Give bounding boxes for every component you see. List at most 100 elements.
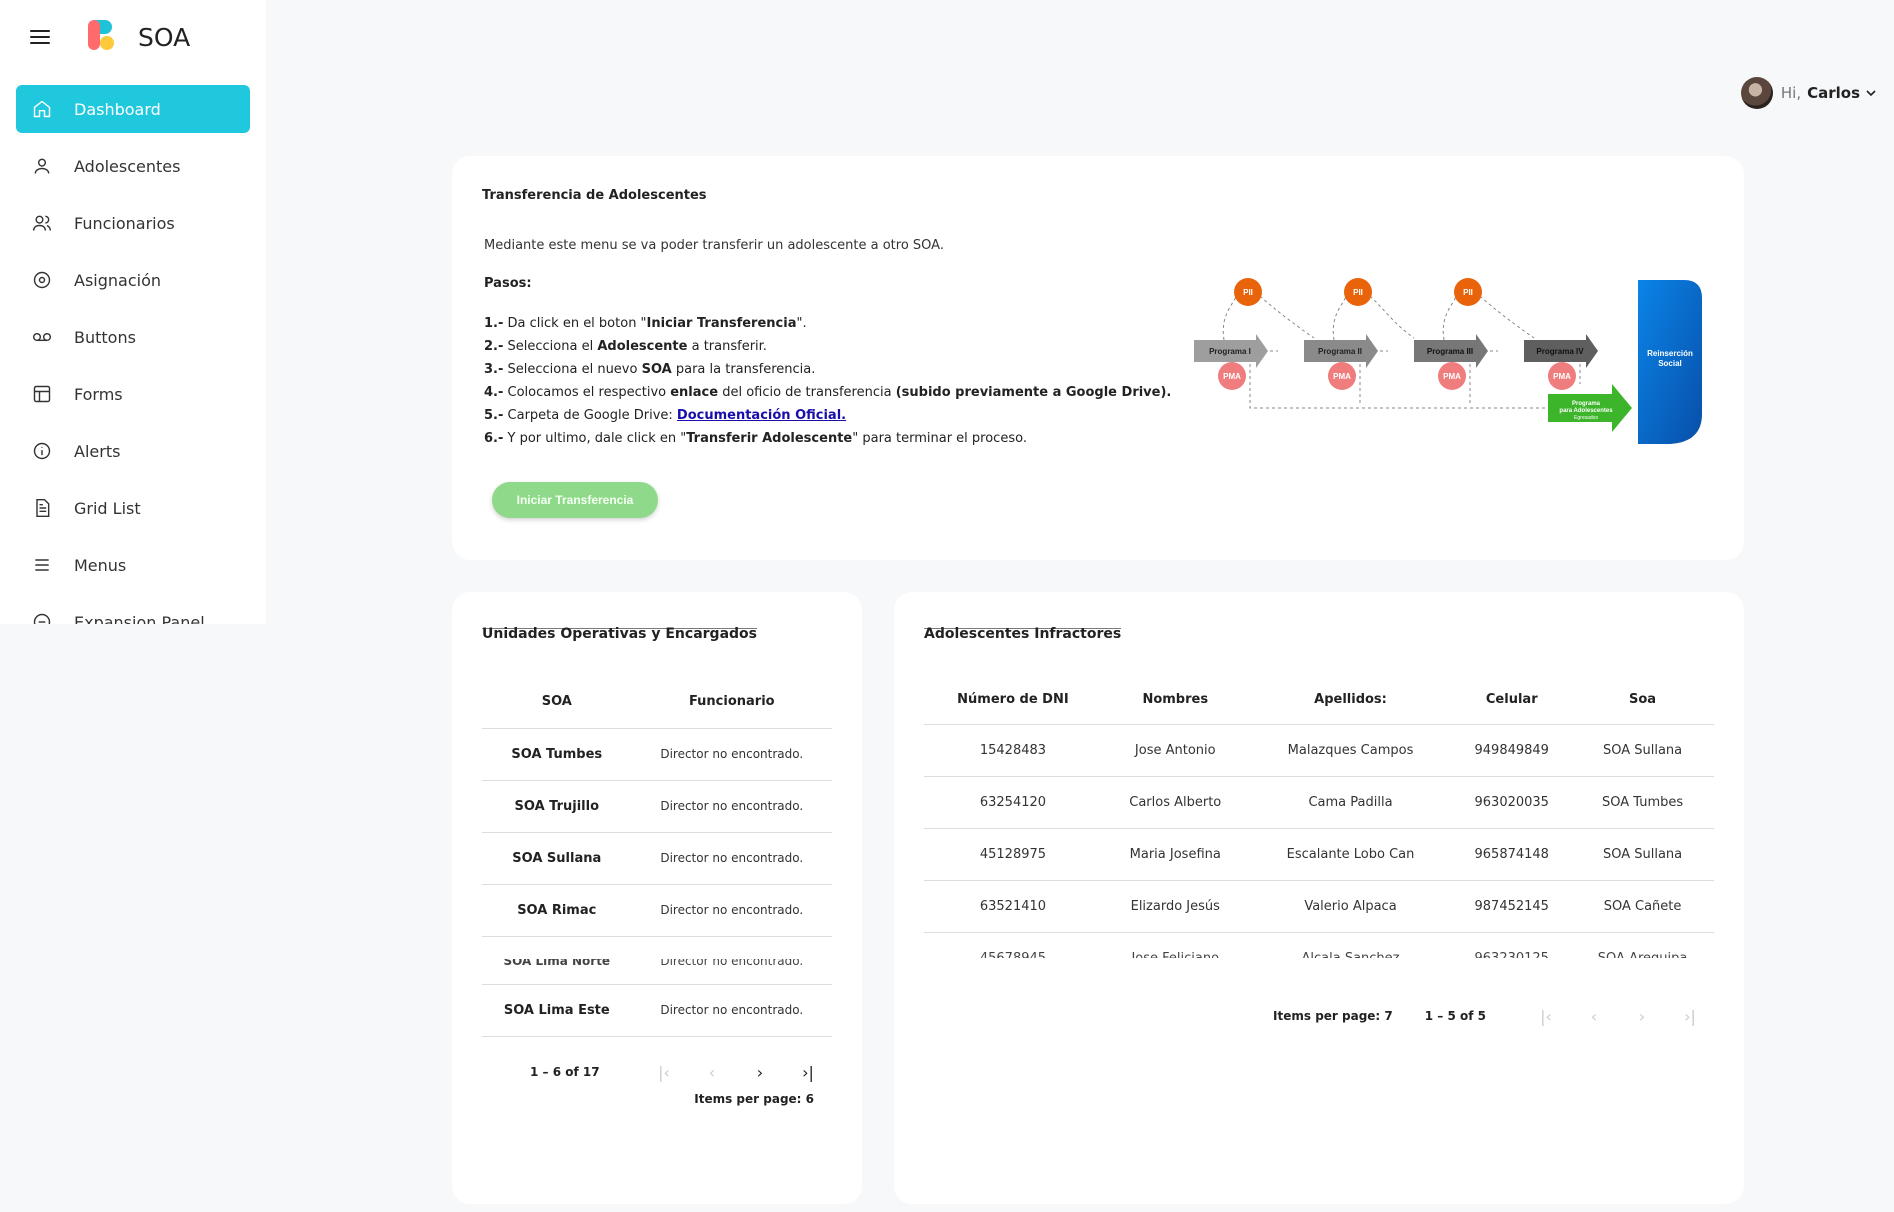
avatar xyxy=(1740,77,1773,109)
last-page-icon[interactable]: ›| xyxy=(784,1052,832,1092)
previous-page-icon[interactable]: ‹ xyxy=(688,1052,736,1092)
table-row[interactable]: 45128975 Maria Josefina Escalante Lobo Can… xyxy=(924,828,1714,881)
step-bold: Adolescente xyxy=(597,339,688,354)
step-text: ". xyxy=(796,316,807,331)
table-row[interactable]: 63521410 Elizardo Jesús Valerio Alpaca 9874… xyxy=(924,880,1714,933)
step-text: a transferir. xyxy=(687,339,767,354)
table-row[interactable]: SOA Lima Este Director no encontrado. xyxy=(482,984,832,1037)
program-arrows: Programa I Programa II Programa III Prog… xyxy=(1194,334,1598,368)
phone-cell: 965874148 xyxy=(1452,828,1572,881)
step-text: Da click en el boton " xyxy=(507,316,647,331)
phone-cell: 987452145 xyxy=(1452,880,1572,933)
dni-cell: 45678945 xyxy=(924,932,1102,958)
dni-cell: 45128975 xyxy=(924,828,1102,881)
program-label-4: Programa IV xyxy=(1536,347,1584,356)
sidebar-item-label: Menus xyxy=(74,555,127,575)
people-icon xyxy=(32,213,52,233)
items-per-page[interactable]: Items per page: 6 xyxy=(694,1092,814,1106)
phone-cell-text: 963230125 xyxy=(1452,952,1571,958)
program-label-1: Programa I xyxy=(1209,347,1251,356)
sidebar-item-expansion-panel[interactable]: Expansion Panel xyxy=(16,598,250,624)
sidebar-item-buttons[interactable]: Buttons xyxy=(16,313,250,361)
step-item: 4.- Colocamos el respectivo enlace del o… xyxy=(484,381,1171,404)
table-row[interactable]: 63254120 Carlos Alberto Cama Padilla 963020… xyxy=(924,776,1714,829)
next-page-icon[interactable]: › xyxy=(1618,996,1666,1036)
home-icon xyxy=(32,99,52,119)
column-header[interactable]: Apellidos: xyxy=(1248,676,1453,725)
table-row[interactable]: SOA Trujillo Director no encontrado. xyxy=(482,780,832,833)
next-page-icon[interactable]: › xyxy=(736,1052,784,1092)
step-text: Selecciona el xyxy=(507,339,598,354)
official-cell: Director no encontrado. xyxy=(631,936,832,985)
items-per-page[interactable]: Items per page: 7 xyxy=(1273,1009,1393,1023)
table-row[interactable]: SOA Rimac Director no encontrado. xyxy=(482,884,832,937)
units-card: Unidades Operativas y Encargados SOA Fun… xyxy=(452,592,862,1204)
user-name: Carlos xyxy=(1807,84,1860,102)
column-header[interactable]: Nombres xyxy=(1101,676,1249,725)
pma-label-3: PMA xyxy=(1443,372,1461,381)
table-row[interactable]: 15428483 Jose Antonio Malazques Campos 9498… xyxy=(924,724,1714,777)
soa-cell: SOA Cañete xyxy=(1571,880,1714,933)
steps-list: 1.- Da click en el boton "Iniciar Transf… xyxy=(484,312,1171,450)
step-item: 6.- Y por ultimo, dale click en "Transfe… xyxy=(484,427,1171,450)
previous-page-icon[interactable]: ‹ xyxy=(1570,996,1618,1036)
surnames-cell: Cama Padilla xyxy=(1248,776,1453,829)
names-cell: Elizardo Jesús xyxy=(1101,880,1249,933)
table-row[interactable]: 45678945Jose FelicianoAlcala Sanchez9632… xyxy=(924,932,1714,958)
column-header[interactable]: Número de DNI xyxy=(924,676,1102,725)
transfer-intro: Mediante este menu se va poder transferi… xyxy=(484,238,944,253)
pma-label-2: PMA xyxy=(1333,372,1351,381)
step-text: " para terminar el proceso. xyxy=(852,431,1027,446)
column-header[interactable]: Funcionario xyxy=(631,676,832,729)
start-transfer-button[interactable]: Iniciar Transferencia xyxy=(492,482,658,518)
dni-cell: 63254120 xyxy=(924,776,1102,829)
documentation-link[interactable]: Documentación Oficial. xyxy=(677,408,846,423)
pii-label-2: PII xyxy=(1353,288,1363,297)
surnames-cell: Malazques Campos xyxy=(1248,724,1453,777)
soa-cell: SOA Lima Este xyxy=(482,984,632,1037)
column-header[interactable]: SOA xyxy=(482,676,632,729)
target-icon xyxy=(32,270,52,290)
official-cell: Director no encontrado. xyxy=(631,728,832,781)
units-title: Unidades Operativas y Encargados xyxy=(482,626,757,642)
menu-toggle-icon[interactable] xyxy=(30,30,50,44)
graduates-line-2: para Adolescentes xyxy=(1559,408,1613,414)
first-page-icon[interactable]: |‹ xyxy=(640,1052,688,1092)
table-row[interactable]: SOA Tumbes Director no encontrado. xyxy=(482,728,832,781)
graduates-line-1: Programa xyxy=(1572,401,1601,407)
sidebar-item-grid-list[interactable]: Grid List xyxy=(16,484,250,532)
sidebar-item-label: Funcionarios xyxy=(74,213,175,233)
sidebar-item-funcionarios[interactable]: Funcionarios xyxy=(16,199,250,247)
layout-icon xyxy=(32,384,52,404)
sidebar-item-menus[interactable]: Menus xyxy=(16,541,250,589)
sidebar-nav: Dashboard Adolescentes Funcionarios Asig… xyxy=(0,85,266,624)
program-label-2: Programa II xyxy=(1318,347,1362,356)
reinsertion-block: Reinserción Social xyxy=(1638,280,1702,444)
sidebar-item-adolescentes[interactable]: Adolescentes xyxy=(16,142,250,190)
soa-cell: SOA Sullana xyxy=(1571,828,1714,881)
table-header-row: SOA Funcionario xyxy=(482,676,832,729)
sidebar-item-label: Expansion Panel xyxy=(74,612,205,625)
sidebar-item-asignacion[interactable]: Asignación xyxy=(16,256,250,304)
step-number: 1.- xyxy=(484,316,504,331)
step-bold: Iniciar Transferencia xyxy=(646,316,797,331)
step-item: 3.- Selecciona el nuevo SOA para la tran… xyxy=(484,358,1171,381)
column-header[interactable]: Soa xyxy=(1571,676,1714,725)
official-cell: Director no encontrado. xyxy=(631,832,832,885)
first-page-icon[interactable]: |‹ xyxy=(1522,996,1570,1036)
soa-cell: SOA Sullana xyxy=(1571,724,1714,777)
sidebar-item-alerts[interactable]: Alerts xyxy=(16,427,250,475)
adolescents-table: Número de DNI Nombres Apellidos: Celular… xyxy=(924,676,1714,958)
sidebar-item-dashboard[interactable]: Dashboard xyxy=(16,85,250,133)
sidebar-item-forms[interactable]: Forms xyxy=(16,370,250,418)
user-greeting: Hi, xyxy=(1780,84,1802,102)
table-row[interactable]: SOA Sullana Director no encontrado. xyxy=(482,832,832,885)
table-row[interactable]: SOA Lima Norte Director no encontrado. xyxy=(482,936,832,985)
step-item: 5.- Carpeta de Google Drive: Documentaci… xyxy=(484,404,1171,427)
column-header[interactable]: Celular xyxy=(1452,676,1572,725)
step-bold: enlace xyxy=(670,385,719,400)
user-menu[interactable]: Hi, Carlos xyxy=(1740,77,1876,109)
last-page-icon[interactable]: ›| xyxy=(1666,996,1714,1036)
paginator-range: 1 – 5 of 5 xyxy=(1424,1009,1486,1023)
soa-cell: SOA Arequipa xyxy=(1571,932,1714,958)
